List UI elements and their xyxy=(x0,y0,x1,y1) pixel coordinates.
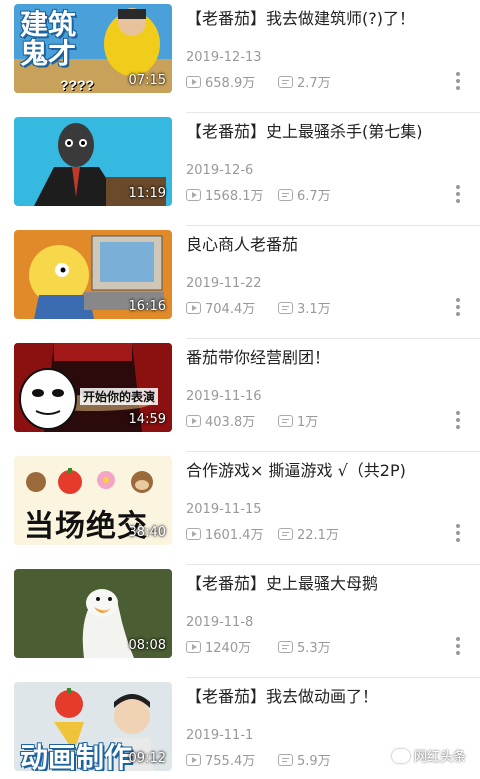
upload-date: 2019-11-16 xyxy=(186,389,262,404)
view-count-value: 403.8万 xyxy=(205,415,256,430)
video-thumbnail[interactable]: 16:16 xyxy=(14,230,172,319)
view-count-value: 1601.4万 xyxy=(205,528,264,543)
danmaku-count-value: 3.1万 xyxy=(297,302,331,317)
video-thumbnail[interactable]: 动画制作 09:12 xyxy=(14,682,172,771)
view-count-value: 658.9万 xyxy=(205,76,256,91)
danmaku-count: 6.7万 xyxy=(278,185,331,204)
danmaku-count: 3.1万 xyxy=(278,298,331,317)
danmaku-icon xyxy=(278,640,293,653)
play-count-icon xyxy=(186,527,201,540)
play-count-icon xyxy=(186,75,201,88)
danmaku-icon xyxy=(278,753,293,766)
video-item[interactable]: 建筑 鬼才 ???? 07:15 【老番茄】我去做建筑师(?)了！ 2019-1… xyxy=(0,0,480,113)
more-options-icon[interactable] xyxy=(452,524,464,548)
play-count-icon xyxy=(186,753,201,766)
view-count: 755.4万 xyxy=(186,750,255,769)
more-options-icon[interactable] xyxy=(452,637,464,661)
more-options-icon[interactable] xyxy=(452,185,464,209)
view-count-value: 1240万 xyxy=(205,641,252,656)
view-count: 1240万 xyxy=(186,637,251,656)
wechat-icon xyxy=(391,748,410,763)
duration-label: 07:15 xyxy=(128,73,166,88)
video-thumbnail[interactable]: 建筑 鬼才 ???? 07:15 xyxy=(14,4,172,93)
duration-label: 14:59 xyxy=(128,412,166,427)
view-count-value: 755.4万 xyxy=(205,754,256,769)
duration-label: 16:16 xyxy=(128,299,166,314)
watermark-text: 网红头条 xyxy=(413,750,466,765)
play-count-icon xyxy=(186,640,201,653)
caption-line-1: 建筑 xyxy=(20,8,77,41)
view-count: 658.9万 xyxy=(186,72,255,91)
video-title[interactable]: 合作游戏× 撕逼游戏 √（共2P) xyxy=(186,457,456,481)
upload-date: 2019-11-1 xyxy=(186,728,254,743)
thumbnail-caption: 开始你的表演 xyxy=(80,388,159,405)
view-count-value: 704.4万 xyxy=(205,302,256,317)
video-title[interactable]: 【老番茄】我去做建筑师(?)了！ xyxy=(186,5,456,29)
thumbnail-caption: 动画制作 xyxy=(20,741,133,771)
video-title[interactable]: 【老番茄】我去做动画了！ xyxy=(186,683,456,707)
danmaku-count-value: 22.1万 xyxy=(297,528,339,543)
video-thumbnail[interactable]: 当场绝交 38:40 xyxy=(14,456,172,545)
play-count-icon xyxy=(186,188,201,201)
danmaku-count: 5.3万 xyxy=(278,637,331,656)
video-title[interactable]: 【老番茄】史上最骚大母鹅 xyxy=(186,570,456,594)
play-count-icon xyxy=(186,301,201,314)
video-title[interactable]: 良心商人老番茄 xyxy=(186,231,456,255)
danmaku-count-value: 2.7万 xyxy=(297,76,331,91)
upload-date: 2019-12-6 xyxy=(186,163,254,178)
view-count-value: 1568.1万 xyxy=(205,189,264,204)
duration-label: 09:12 xyxy=(128,751,166,766)
video-title[interactable]: 番茄带你经营剧团！ xyxy=(186,344,456,368)
more-options-icon[interactable] xyxy=(452,72,464,96)
duration-label: 38:40 xyxy=(128,525,166,540)
video-thumbnail[interactable]: 08:08 xyxy=(14,569,172,658)
danmaku-count: 5.9万 xyxy=(278,750,331,769)
danmaku-count: 22.1万 xyxy=(278,524,339,543)
view-count: 1568.1万 xyxy=(186,185,264,204)
duration-label: 08:08 xyxy=(128,638,166,653)
upload-date: 2019-11-22 xyxy=(186,276,262,291)
upload-date: 2019-11-15 xyxy=(186,502,262,517)
danmaku-icon xyxy=(278,188,293,201)
video-thumbnail[interactable]: 11:19 xyxy=(14,117,172,206)
thumbnail-caption: 建筑 鬼才 xyxy=(20,10,76,69)
danmaku-icon xyxy=(278,527,293,540)
danmaku-count-value: 1万 xyxy=(297,415,319,430)
upload-date: 2019-12-13 xyxy=(186,50,262,65)
danmaku-count-value: 5.9万 xyxy=(297,754,331,769)
view-count: 704.4万 xyxy=(186,298,255,317)
video-item[interactable]: 08:08 【老番茄】史上最骚大母鹅 2019-11-8 1240万 5.3万 xyxy=(0,565,480,678)
video-item[interactable]: 16:16 良心商人老番茄 2019-11-22 704.4万 3.1万 xyxy=(0,226,480,339)
caption-line-2: 鬼才 xyxy=(20,37,77,71)
danmaku-count: 2.7万 xyxy=(278,72,331,91)
danmaku-count: 1万 xyxy=(278,411,318,430)
danmaku-icon xyxy=(278,301,293,314)
video-thumbnail[interactable]: 开始你的表演 14:59 xyxy=(14,343,172,432)
watermark: 网红头条 xyxy=(391,746,466,765)
video-title[interactable]: 【老番茄】史上最骚杀手(第七集) xyxy=(186,118,456,142)
more-options-icon[interactable] xyxy=(452,411,464,435)
video-item[interactable]: 11:19 【老番茄】史上最骚杀手(第七集) 2019-12-6 1568.1万… xyxy=(0,113,480,226)
video-item[interactable]: 开始你的表演 14:59 番茄带你经营剧团！ 2019-11-16 403.8万… xyxy=(0,339,480,452)
view-count: 1601.4万 xyxy=(186,524,264,543)
video-item[interactable]: 当场绝交 38:40 合作游戏× 撕逼游戏 √（共2P) 2019-11-15 … xyxy=(0,452,480,565)
danmaku-count-value: 5.3万 xyxy=(297,641,331,656)
view-count: 403.8万 xyxy=(186,411,255,430)
caption-question-marks: ???? xyxy=(60,77,95,93)
play-count-icon xyxy=(186,414,201,427)
upload-date: 2019-11-8 xyxy=(186,615,254,630)
more-options-icon[interactable] xyxy=(452,298,464,322)
danmaku-count-value: 6.7万 xyxy=(297,189,331,204)
danmaku-icon xyxy=(278,75,293,88)
danmaku-icon xyxy=(278,414,293,427)
duration-label: 11:19 xyxy=(128,186,166,201)
